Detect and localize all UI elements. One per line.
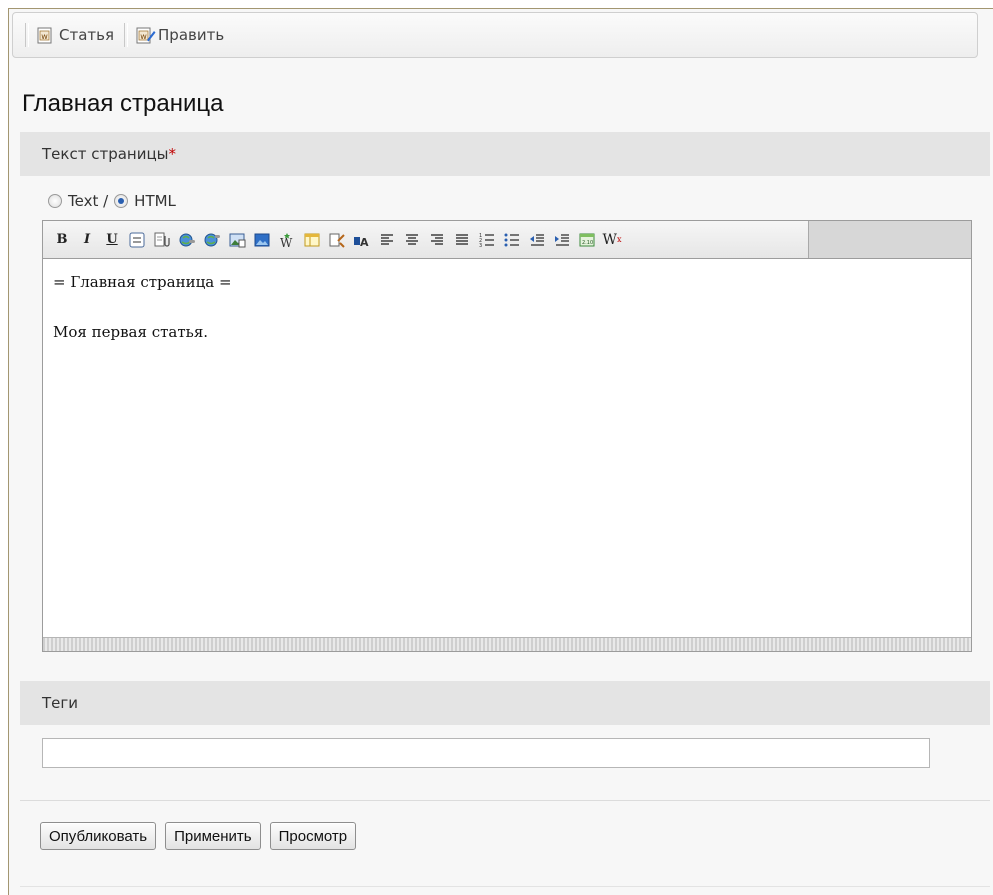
tab-bar: w Статья w Править [12, 12, 978, 58]
indent-icon[interactable] [551, 229, 573, 251]
format-html-label: HTML [134, 192, 176, 210]
attach-icon[interactable] [151, 229, 173, 251]
image-icon[interactable] [251, 229, 273, 251]
preview-button[interactable]: Просмотр [269, 822, 357, 850]
document-w-icon: w [37, 27, 53, 44]
bold-icon[interactable]: B [51, 229, 73, 251]
page-title: Главная страница [22, 90, 224, 117]
tab-edit[interactable]: w Править [136, 26, 224, 44]
unordered-list-icon[interactable] [501, 229, 523, 251]
format-text-label: Text / [68, 192, 109, 210]
publish-button[interactable]: Опубликовать [40, 822, 157, 850]
svg-text:w: w [140, 32, 147, 41]
text-section-header: Текст страницы * [20, 132, 990, 176]
tab-separator [124, 23, 129, 47]
tab-separator [25, 23, 29, 47]
format-html-radio[interactable] [114, 194, 129, 208]
action-buttons: Опубликовать Применить Просмотр [40, 822, 357, 850]
apply-button[interactable]: Применить [165, 822, 261, 850]
template-icon[interactable]: 2.10 [576, 229, 598, 251]
editor-resize-handle[interactable] [43, 637, 971, 651]
format-text-radio[interactable] [48, 194, 62, 208]
editor-content[interactable]: = Главная страница = Моя первая статья. [53, 273, 961, 373]
remove-format-icon[interactable]: Wx [601, 229, 623, 251]
unlink-icon[interactable] [201, 229, 223, 251]
actions-divider [20, 800, 990, 801]
editor-toolbar-buttons: B I U W A 123 2.10 Wx [43, 221, 809, 258]
svg-text:A: A [360, 236, 369, 249]
media-icon[interactable] [226, 229, 248, 251]
edit-document-icon: w [136, 27, 156, 44]
format-selector: Text / HTML [48, 192, 176, 210]
tab-edit-label: Править [158, 26, 225, 44]
align-left-icon[interactable] [376, 229, 398, 251]
link-icon[interactable] [176, 229, 198, 251]
align-justify-icon[interactable] [451, 229, 473, 251]
rich-text-editor: B I U W A 123 2.10 Wx = Главная страница… [42, 220, 972, 652]
tags-input[interactable] [42, 738, 930, 768]
tab-article[interactable]: w Статья [37, 26, 114, 44]
align-right-icon[interactable] [426, 229, 448, 251]
svg-text:3: 3 [479, 243, 482, 249]
underline-icon[interactable]: U [101, 229, 123, 251]
cleanup-icon[interactable] [326, 229, 348, 251]
remove-format-label: W [602, 231, 617, 248]
ordered-list-icon[interactable]: 123 [476, 229, 498, 251]
editor-toolbar: B I U W A 123 2.10 Wx [43, 221, 971, 259]
table-icon[interactable] [301, 229, 323, 251]
text-section-label: Текст страницы [42, 145, 169, 163]
required-mark: * [168, 145, 177, 163]
outdent-icon[interactable] [526, 229, 548, 251]
content-line: = Главная страница = [53, 273, 232, 291]
svg-text:w: w [41, 32, 48, 41]
tags-section-label: Теги [42, 694, 79, 712]
align-center-icon[interactable] [401, 229, 423, 251]
bottom-divider [20, 886, 990, 887]
svg-text:2.10: 2.10 [582, 240, 593, 246]
wiki-magic-icon[interactable]: W [276, 229, 298, 251]
tags-section-header: Теги [20, 681, 990, 725]
tab-article-label: Статья [59, 26, 115, 44]
list-box-icon[interactable] [126, 229, 148, 251]
italic-icon[interactable]: I [76, 229, 98, 251]
content-line: Моя первая статья. [53, 323, 209, 341]
font-color-icon[interactable]: A [351, 229, 373, 251]
svg-text:W: W [280, 236, 293, 249]
